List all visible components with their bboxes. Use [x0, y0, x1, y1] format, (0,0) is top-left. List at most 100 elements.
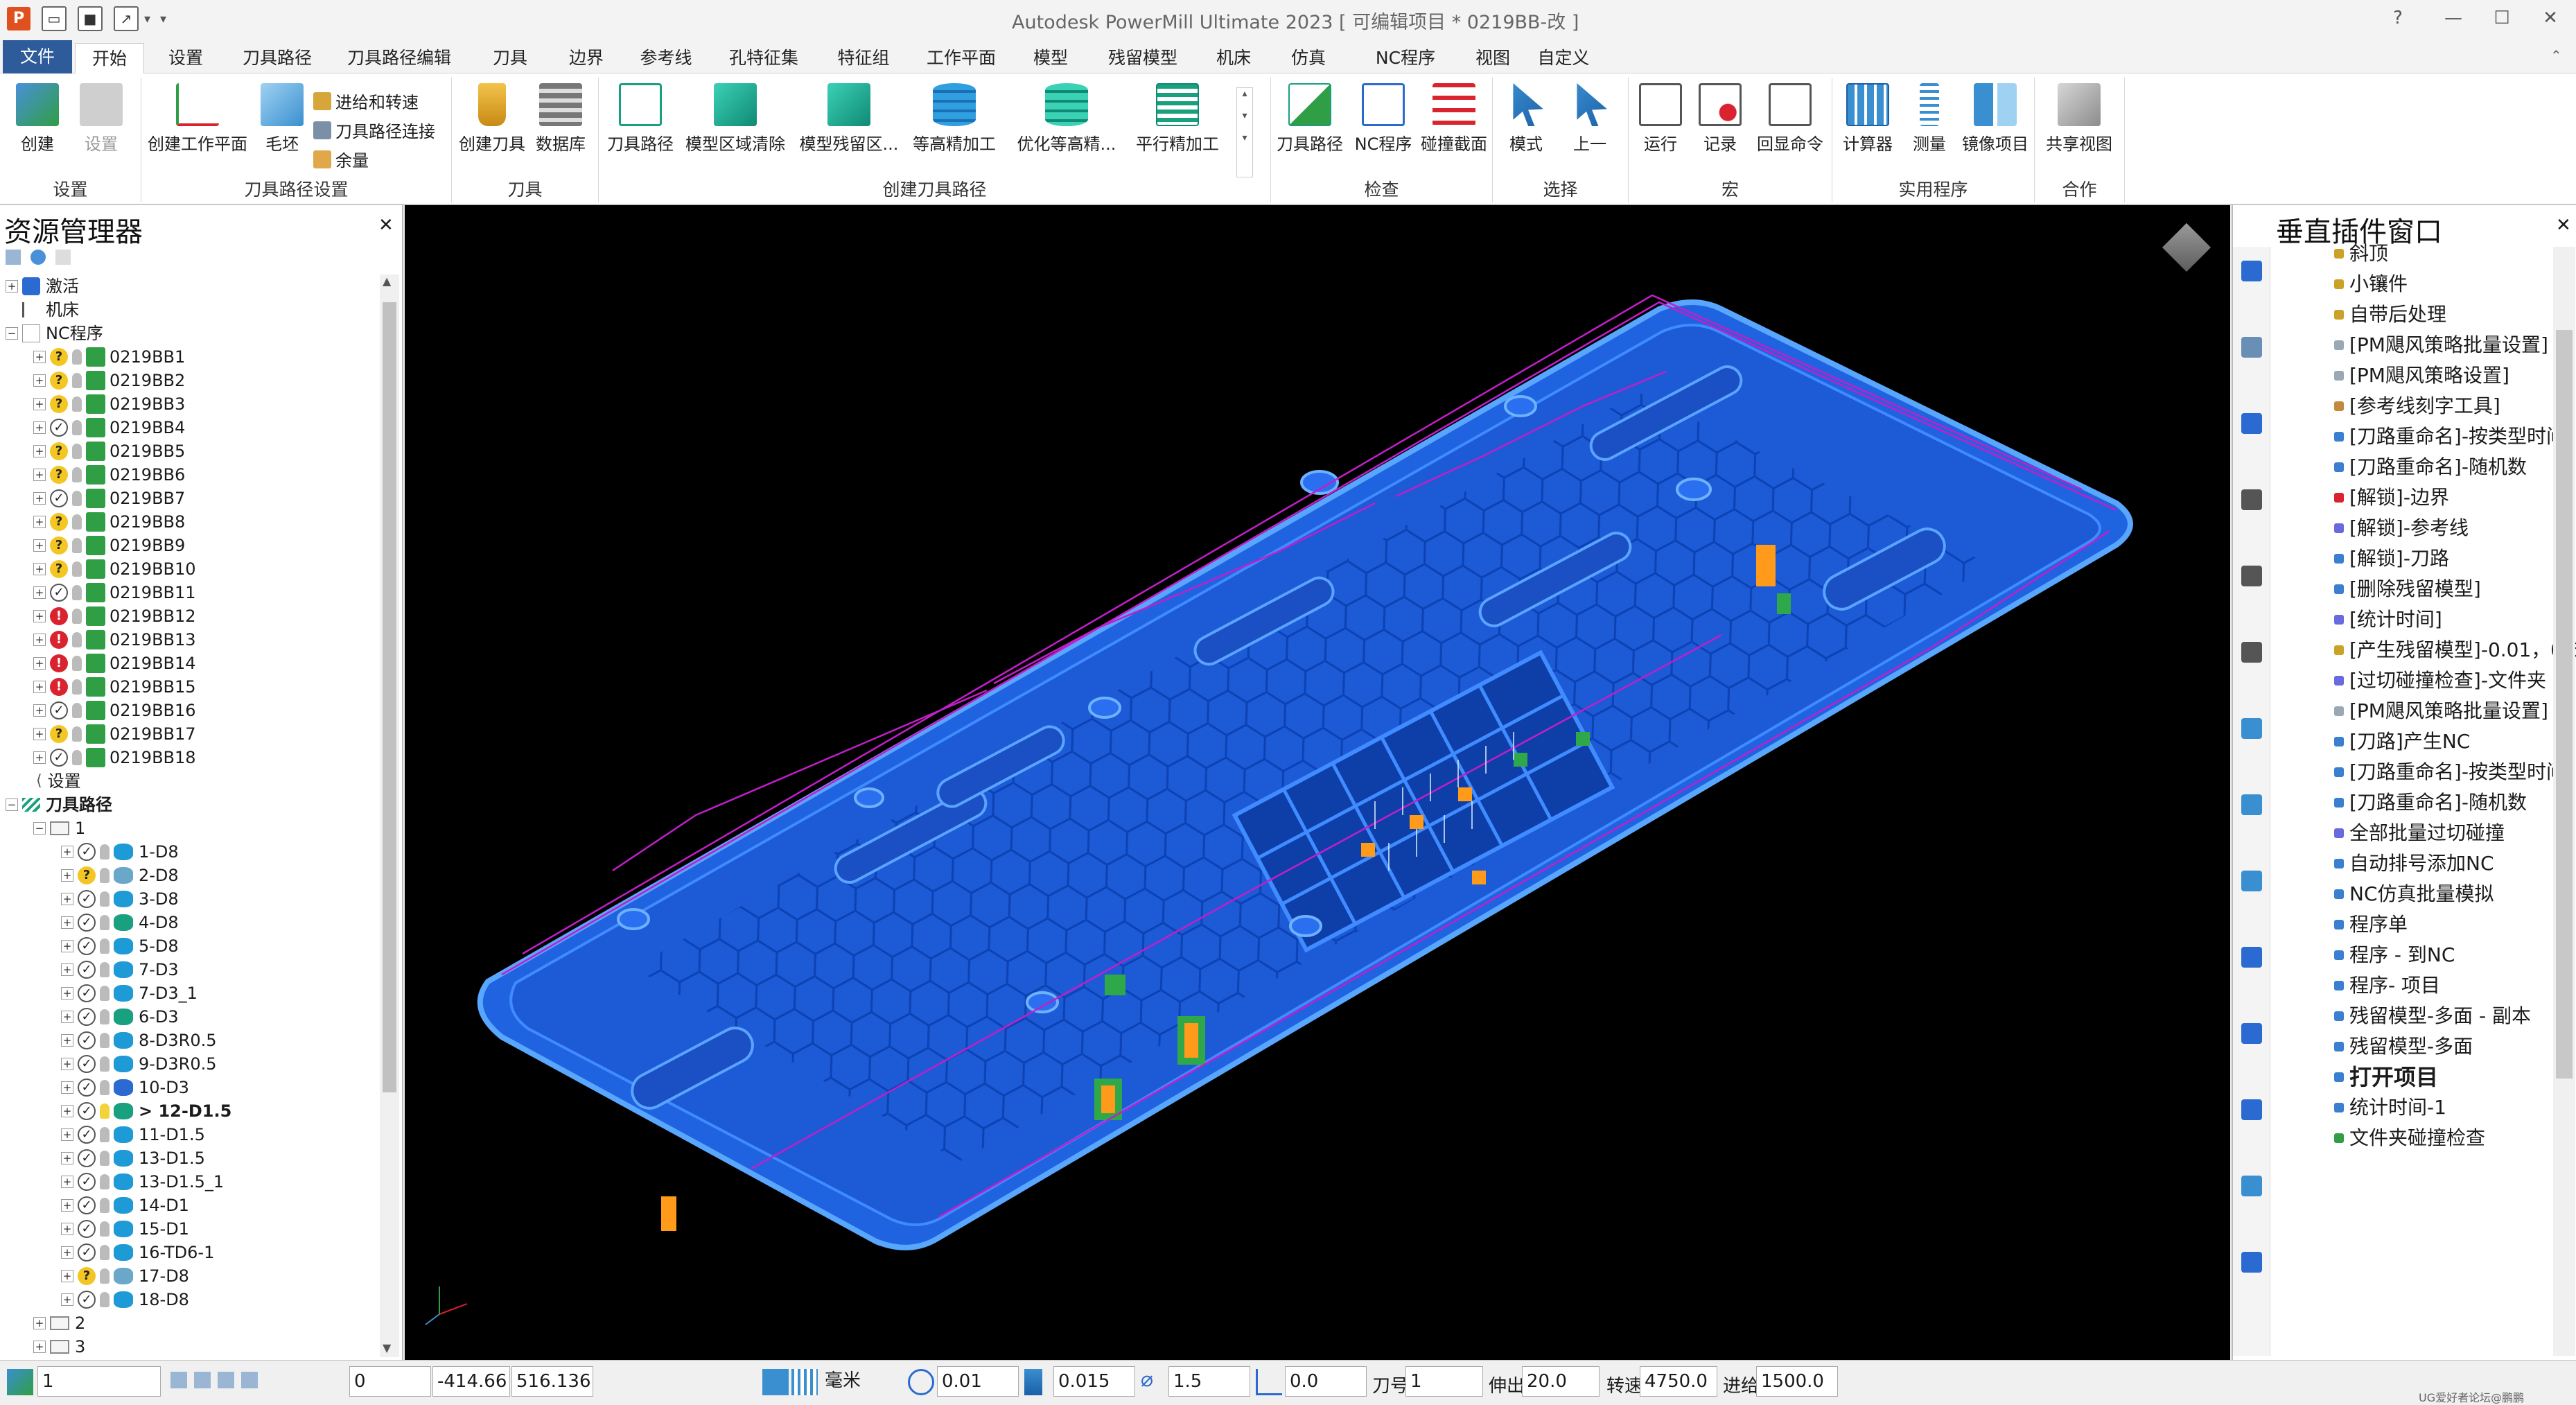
lightbulb-icon[interactable] [72, 632, 82, 647]
overhang-field[interactable]: 20.0 [1522, 1366, 1600, 1397]
plugin-item[interactable]: [PM飓风策略批量设置] [2334, 697, 2548, 725]
toolpath-item[interactable]: + ✓ 15-D1 [61, 1217, 189, 1241]
view-front-icon[interactable] [2241, 337, 2262, 358]
expand-icon[interactable]: + [33, 492, 46, 505]
zoom-icon[interactable] [2241, 489, 2262, 510]
lightbulb-icon[interactable] [100, 844, 109, 859]
ruler-units-icon[interactable] [791, 1369, 818, 1395]
workplane-tool-icon-4[interactable] [241, 1372, 258, 1388]
tab-customize[interactable]: 自定义 [1529, 43, 1598, 73]
lightbulb-icon[interactable] [100, 1245, 109, 1260]
tree-view-icon[interactable] [6, 250, 21, 265]
create-button[interactable]: 创建 [10, 83, 65, 155]
macro-record-button[interactable]: 记录 [1692, 83, 1748, 155]
expand-icon[interactable]: + [61, 1058, 73, 1070]
tab-machine[interactable]: 机床 [1199, 43, 1268, 73]
plugin-item[interactable]: [刀路重命名]-按类型时间 [2334, 758, 2566, 786]
plugin-panel-close-button[interactable]: ✕ [2556, 215, 2571, 236]
lightbulb-icon[interactable] [100, 1127, 109, 1142]
toolpath-item[interactable]: + ✓ 13-D1.5_1 [61, 1170, 224, 1194]
expand-icon[interactable]: + [61, 1105, 73, 1117]
select-all-icon[interactable] [2241, 1023, 2262, 1044]
measure-button[interactable]: 测量 [1902, 83, 1957, 155]
raster-finish-button[interactable]: 平行精加工 [1132, 83, 1223, 155]
pan-icon[interactable] [2241, 642, 2262, 663]
echo-command-button[interactable]: 回显命令 [1752, 83, 1828, 155]
expand-icon[interactable]: + [61, 1081, 73, 1094]
expand-icon[interactable]: + [61, 1223, 73, 1235]
plugin-item[interactable]: 打开项目 [2334, 1063, 2438, 1091]
lightbulb-icon[interactable] [72, 703, 82, 718]
expand-icon[interactable]: + [61, 916, 73, 929]
tree-item-settings[interactable]: ⟨ 设置 [19, 769, 81, 793]
lightbulb-icon[interactable] [72, 349, 82, 365]
minimize-button[interactable]: — [2433, 4, 2474, 32]
nc-program-item[interactable]: + ✓ 0219BB16 [33, 699, 196, 722]
graphics-viewport[interactable] [405, 205, 2230, 1360]
plugin-item[interactable]: [刀路重命名]-随机数 [2334, 789, 2527, 817]
tab-workplane[interactable]: 工作平面 [916, 43, 1006, 73]
tree-item-nc-programs[interactable]: − NC程序 [6, 322, 103, 345]
tree-item-activate[interactable]: + 激活 [6, 274, 79, 298]
tab-stock-model[interactable]: 残留模型 [1098, 43, 1188, 73]
plugin-item[interactable]: 全部批量过切碰撞 [2334, 819, 2505, 847]
customize-quick-access-icon[interactable]: ▾ [160, 12, 166, 26]
lightbulb-icon[interactable] [100, 1221, 109, 1237]
mirror-project-button[interactable]: 镜像项目 [1957, 83, 2033, 155]
expand-icon[interactable]: + [33, 634, 46, 646]
lightbulb-icon[interactable] [100, 891, 109, 907]
plugin-item[interactable]: 残留模型-多面 - 副本 [2334, 1002, 2531, 1030]
plugin-item[interactable]: [删除残留模型] [2334, 575, 2481, 603]
lightbulb-icon[interactable] [100, 1033, 109, 1048]
expand-icon[interactable]: + [61, 940, 73, 952]
powermill-logo-icon[interactable]: P [7, 7, 30, 30]
nc-program-item[interactable]: +? 0219BB8 [33, 510, 185, 534]
workplane-status-icon[interactable] [7, 1369, 33, 1395]
toolpath-item[interactable]: + ✓ 10-D3 [61, 1076, 189, 1099]
workplane-tool-icon-2[interactable] [194, 1372, 211, 1388]
tree-item-toolpaths[interactable]: − 刀具路径 [6, 793, 112, 817]
scroll-down-icon[interactable]: ▼ [383, 1341, 391, 1354]
scroll-up-icon[interactable]: ▲ [383, 274, 391, 288]
collapse-icon[interactable]: − [33, 822, 46, 835]
tab-hole-feature[interactable]: 孔特征集 [715, 43, 812, 73]
tab-pattern[interactable]: 参考线 [628, 43, 704, 73]
open-folder-icon[interactable]: ▭ [42, 6, 67, 31]
tab-simulation[interactable]: 仿真 [1274, 43, 1343, 73]
expand-icon[interactable]: + [61, 1034, 73, 1047]
coord-y[interactable]: -414.66 [432, 1366, 510, 1397]
expand-icon[interactable]: + [6, 280, 18, 293]
plugin-item[interactable]: NC仿真批量模拟 [2334, 880, 2494, 908]
expand-icon[interactable]: + [61, 846, 73, 858]
plugin-item[interactable]: [PM飓风策略设置] [2334, 362, 2509, 390]
check-nc-button[interactable]: NC程序 [1349, 83, 1418, 155]
toolpath-item[interactable]: + ✓ 5-D8 [61, 934, 179, 958]
select-mode-button[interactable]: 模式 [1498, 83, 1554, 155]
tab-toolpath[interactable]: 刀具路径 [229, 43, 326, 73]
nc-program-item[interactable]: +! 0219BB13 [33, 628, 196, 652]
plugin-item[interactable]: 斜顶 [2334, 240, 2388, 268]
explorer-scrollbar[interactable]: ▲ ▼ [380, 274, 399, 1357]
toolpath-item[interactable]: + ✓ 4-D8 [61, 911, 179, 934]
expand-icon[interactable]: + [33, 469, 46, 481]
collapse-ribbon-icon[interactable]: ⌃ [2550, 47, 2562, 64]
expand-icon[interactable]: + [61, 1128, 73, 1141]
tree-folder[interactable]: +3 [33, 1335, 85, 1359]
spiral-icon[interactable] [2241, 1252, 2262, 1273]
macro-run-button[interactable]: 运行 [1633, 83, 1688, 155]
expand-icon[interactable]: + [61, 1011, 73, 1023]
database-button[interactable]: 数据库 [529, 83, 592, 155]
expand-icon[interactable]: + [33, 1341, 46, 1353]
tool-view-icon[interactable] [2241, 1176, 2262, 1196]
expand-icon[interactable]: + [33, 657, 46, 670]
toolpath-item[interactable]: +? 2-D8 [61, 864, 179, 887]
nc-program-item[interactable]: +? 0219BB1 [33, 345, 185, 369]
cad-model-view[interactable] [405, 205, 2230, 1360]
expand-icon[interactable]: + [33, 681, 46, 693]
explorer-close-button[interactable]: ✕ [378, 215, 394, 236]
lightbulb-icon[interactable] [72, 656, 82, 671]
tab-toolpath-edit[interactable]: 刀具路径编辑 [337, 43, 462, 73]
tab-boundary[interactable]: 边界 [552, 43, 621, 73]
nc-program-item[interactable]: +? 0219BB3 [33, 392, 185, 416]
toolpath-item[interactable]: + ✓ 16-TD6-1 [61, 1241, 214, 1264]
